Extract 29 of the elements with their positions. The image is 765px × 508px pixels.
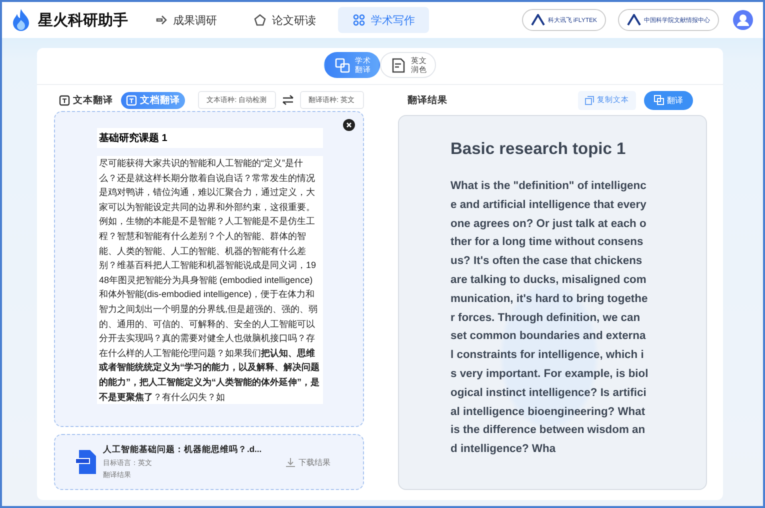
document-title: 基础研究课题 1 — [97, 128, 322, 156]
circles-icon — [352, 13, 366, 27]
pentagon-icon — [253, 13, 267, 27]
avatar-icon — [733, 10, 753, 30]
file-name: 人工智能基础问题：机器能思维吗？.d... — [103, 444, 263, 456]
arrow-icon — [154, 13, 168, 27]
document-edit-icon — [391, 58, 406, 72]
download-icon — [286, 458, 294, 466]
swap-icon — [282, 95, 294, 105]
app-name: 星火科研助手 — [38, 10, 128, 30]
close-icon — [342, 119, 354, 131]
document-text: 尽可能获得大家共识的智能和人工智能的“定义”是什么？还是就这样长期分散着自说自话？常常发生的情况是鸡对鸭讲，错位沟通，难以汇聚合力，通过定义，大家可以为智能设定共同的边界和外部约束，这很重要。例如，生物的本能是不是智能？人工智能是不是仿生工程？智慧和智能有什么差别？个人的智能、群体的智能、人类的智能、人工的智能、机器的智能有什么差别？维基百科把人工智能和机器智能说成是同义词，1948年图灵把智能分为具身智能 (embodied intelligence)和体外智能(dis-embodied intelligence)，便于在体力和智力之间划出一个明显的分界线,但是超强的、强的、弱的、通用的、可信的、可解释的、安全的人工智能可以分开去实现吗？真的需要对健全人也做脑机接口吗？存在什么样的人工智能伦理问题？如果我们把认知、思维或者智能统统定义为“学习的能力，以及解释、解决问题的能力”，把人工智能定义为“人类智能的体外延伸”，是不是更聚焦了？有什么闪失？如 — [98, 157, 320, 404]
nav-tab[interactable]: 论文研读 — [239, 7, 330, 33]
nav-tab[interactable]: 学术写作 — [338, 7, 429, 33]
translated-text: What is the "definition" of intelligence and artificial intelligence that everyone agrees on? Or just talk at each other for a long time without consensus? It's often the case that chickens are talking to ducks, misaligned communication, it's hard to bring together forces. Through definition, we can set common boundaries and external constraints for intelligence, which is very important. For example, is biological instinct intelligence? Is artificial intelligence bioengineering? What is the difference between wisdom and intelligence? Wha — [450, 179, 648, 458]
text-box-icon — [59, 94, 70, 106]
docx-file-icon — [75, 450, 97, 474]
result-title: Basic research topic 1 — [450, 140, 627, 159]
logo-mark-icon — [627, 14, 641, 26]
flame-logo-icon — [12, 8, 30, 32]
translate-icon — [335, 58, 350, 72]
translate-icon — [654, 95, 664, 105]
copy-icon — [585, 96, 594, 104]
close-button[interactable] — [342, 119, 354, 131]
nav-tab[interactable]: 成果调研 — [140, 7, 231, 33]
download-button[interactable]: 下载结果 — [286, 456, 330, 468]
source-tab[interactable]: 文本翻译 — [54, 92, 118, 108]
logo-mark-icon — [530, 14, 545, 26]
result-heading: 翻译结果 — [408, 94, 448, 106]
